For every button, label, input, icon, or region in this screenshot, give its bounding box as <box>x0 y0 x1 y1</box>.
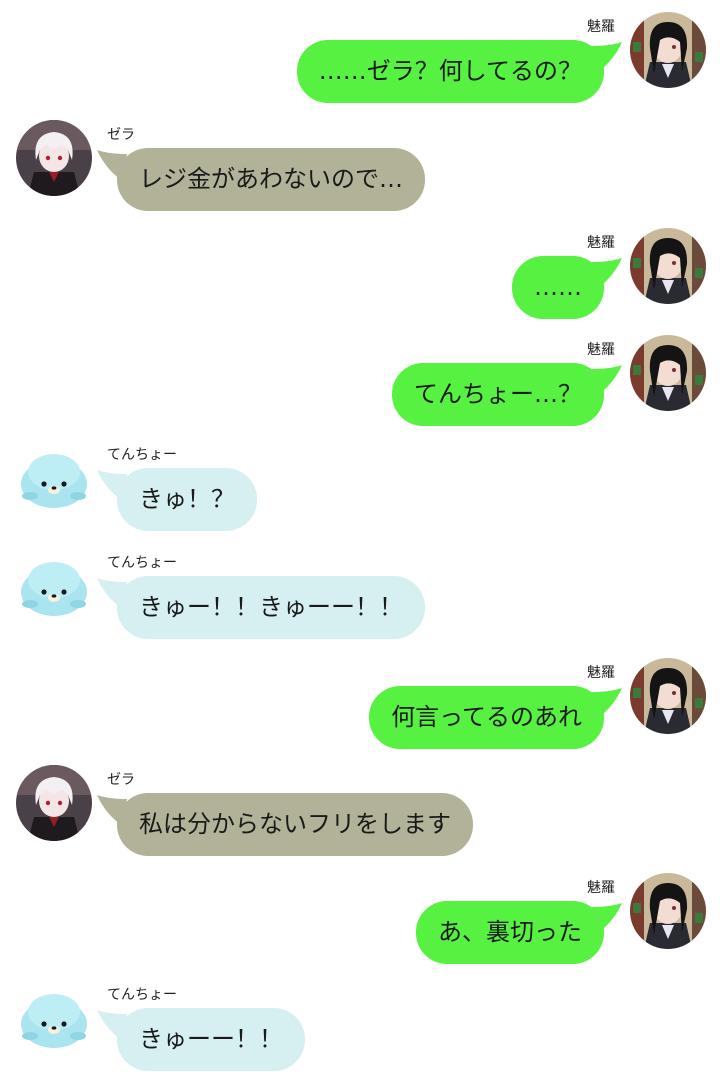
baby-seal-avatar-icon[interactable] <box>16 440 92 516</box>
chat-log: 魅羅 ……ゼラ？何してるの？ ゼラ レジ金があわないので… 魅羅 …… 魅羅 て… <box>0 0 720 1081</box>
sender-name: 魅羅 <box>587 235 615 251</box>
message-row: 魅羅 てんちょー…？ <box>0 335 720 435</box>
girl-dark-hair-avatar-icon[interactable] <box>630 12 706 88</box>
sender-name: てんちょー <box>107 987 177 1003</box>
message-row: 魅羅 あ、裏切った <box>0 873 720 973</box>
sender-name: てんちょー <box>107 555 177 571</box>
message-row: ゼラ 私は分からないフリをします <box>0 765 720 865</box>
message-row: てんちょー きゅー！！きゅーー！！ <box>0 548 720 648</box>
message-bubble[interactable]: 何言ってるのあれ <box>369 686 604 749</box>
message-bubble[interactable]: あ、裏切った <box>416 901 604 964</box>
girl-dark-hair-avatar-icon[interactable] <box>630 873 706 949</box>
white-hair-boy-avatar-icon[interactable] <box>16 120 92 196</box>
sender-name: 魅羅 <box>587 880 615 896</box>
message-bubble[interactable]: きゅー！！きゅーー！！ <box>117 576 425 639</box>
sender-name: 魅羅 <box>587 665 615 681</box>
message-bubble[interactable]: 私は分からないフリをします <box>117 793 473 856</box>
message-row: ゼラ レジ金があわないので… <box>0 120 720 220</box>
message-bubble[interactable]: …… <box>512 256 604 319</box>
sender-name: 魅羅 <box>587 342 615 358</box>
message-row: 魅羅 何言ってるのあれ <box>0 658 720 758</box>
message-bubble[interactable]: レジ金があわないので… <box>117 148 425 211</box>
message-bubble[interactable]: きゅ！？ <box>117 468 257 531</box>
message-row: 魅羅 …… <box>0 228 720 328</box>
girl-dark-hair-avatar-icon[interactable] <box>630 228 706 304</box>
sender-name: ゼラ <box>107 127 135 143</box>
girl-dark-hair-avatar-icon[interactable] <box>630 335 706 411</box>
white-hair-boy-avatar-icon[interactable] <box>16 765 92 841</box>
sender-name: てんちょー <box>107 447 177 463</box>
message-bubble[interactable]: てんちょー…？ <box>392 363 604 426</box>
girl-dark-hair-avatar-icon[interactable] <box>630 658 706 734</box>
message-bubble[interactable]: ……ゼラ？何してるの？ <box>296 40 604 103</box>
message-row: てんちょー きゅ！？ <box>0 440 720 540</box>
baby-seal-avatar-icon[interactable] <box>16 548 92 624</box>
baby-seal-avatar-icon[interactable] <box>16 980 92 1056</box>
sender-name: 魅羅 <box>587 19 615 35</box>
message-row: てんちょー きゅーー！！ <box>0 980 720 1080</box>
message-row: 魅羅 ……ゼラ？何してるの？ <box>0 12 720 112</box>
sender-name: ゼラ <box>107 772 135 788</box>
message-bubble[interactable]: きゅーー！！ <box>117 1008 305 1071</box>
